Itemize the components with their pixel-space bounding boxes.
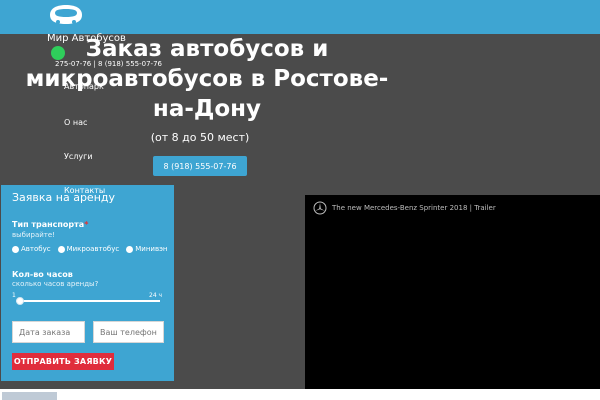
hours-hint: сколько часов аренды? [12, 280, 99, 288]
order-date-input[interactable] [12, 321, 85, 343]
hero-phone-button[interactable]: 8 (918) 555-07-76 [153, 156, 247, 176]
slider-min-label: 1 [12, 292, 16, 299]
radio-minivan-label: Минивэн [135, 245, 168, 253]
transport-radio-group: Автобус Микроавтобус Минивэн [12, 245, 172, 253]
radio-minibus-circle[interactable] [57, 245, 65, 253]
radio-bus-circle[interactable] [12, 245, 19, 253]
video-player[interactable]: The new Mercedes-Benz Sprinter 2018 | Tr… [305, 195, 600, 389]
radio-bus-label: Автобус [21, 245, 51, 253]
radio-minivan-circle[interactable] [126, 245, 134, 253]
bus-logo-icon[interactable] [47, 3, 85, 27]
radio-minibus-label: Микроавтобус [66, 245, 120, 253]
nav-item-services[interactable]: Услуги [64, 152, 93, 161]
bottom-strip [0, 389, 600, 400]
rental-form: Заявка на аренду Тип транспорта* выбирай… [1, 185, 174, 381]
hero-subtitle: (от 8 до 50 мест) [150, 131, 250, 144]
slider-max-label: 24 ч [149, 292, 163, 299]
hero-title: Заказ автобусов и микроавтобусов в Росто… [25, 36, 389, 122]
required-mark: * [84, 220, 89, 229]
phone-input[interactable] [93, 321, 164, 343]
mercedes-logo-icon [313, 201, 327, 215]
hours-slider-handle[interactable] [16, 297, 24, 305]
hours-slider[interactable] [16, 297, 160, 305]
radio-bus[interactable]: Автобус [12, 245, 51, 253]
radio-minibus[interactable]: Микроавтобус [57, 245, 120, 253]
top-bar [0, 0, 600, 34]
radio-minivan[interactable]: Минивэн [126, 245, 168, 253]
transport-type-label: Тип транспорта* [12, 220, 88, 229]
submit-request-button[interactable]: ОТПРАВИТЬ ЗАЯВКУ [12, 353, 114, 370]
nav-item-contacts[interactable]: Контакты [64, 186, 105, 195]
transport-type-hint: выбирайте! [12, 231, 55, 239]
hours-label: Кол-во часов [12, 270, 73, 279]
video-title[interactable]: The new Mercedes-Benz Sprinter 2018 | Tr… [332, 204, 496, 212]
transport-type-label-text: Тип транспорта [12, 220, 85, 229]
footer-thumbnail [2, 392, 57, 400]
